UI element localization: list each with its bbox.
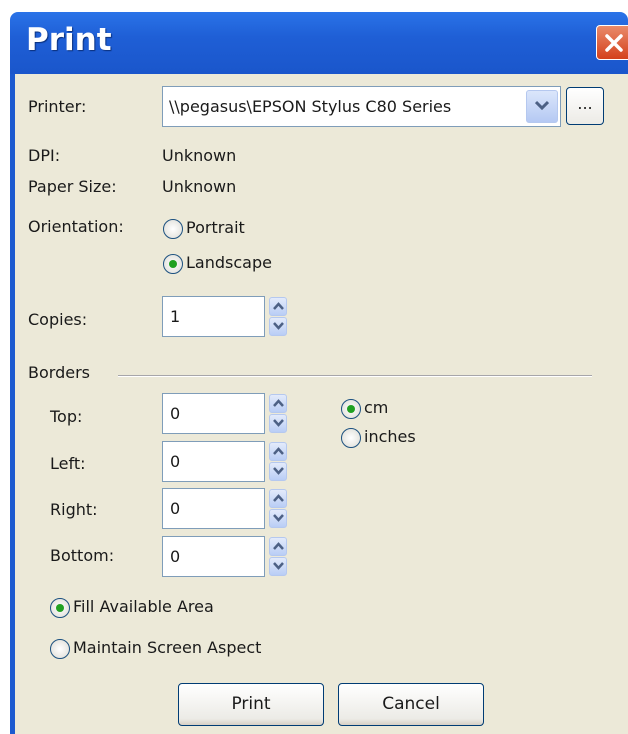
paper-size-label: Paper Size: [28,177,117,196]
chevron-down-icon [273,322,284,330]
copies-increment-button[interactable] [269,297,287,316]
border-bottom-label: Bottom: [50,546,115,565]
unit-cm-label[interactable]: cm [364,398,388,417]
chevron-down-icon [535,100,549,111]
maintain-screen-aspect-label[interactable]: Maintain Screen Aspect [73,638,261,657]
chevron-up-icon [273,447,284,455]
border-left-label: Left: [50,454,86,473]
orientation-landscape-radio[interactable] [163,254,183,274]
border-right-value: 0 [170,499,181,518]
border-bottom-input[interactable]: 0 [162,536,265,577]
border-right-increment-button[interactable] [269,489,287,508]
fill-available-area-label[interactable]: Fill Available Area [73,597,214,616]
border-right-input[interactable]: 0 [162,488,265,529]
chevron-down-icon [273,514,284,522]
close-button[interactable] [596,25,628,60]
border-top-stepper[interactable] [269,393,289,434]
copies-value: 1 [170,307,181,326]
border-left-increment-button[interactable] [269,442,287,461]
border-top-decrement-button[interactable] [269,414,287,433]
chevron-up-icon [273,302,284,310]
orientation-portrait-radio[interactable] [163,219,183,239]
chevron-down-icon [273,467,284,475]
border-top-value: 0 [170,404,181,423]
printer-select-value: \\pegasus\EPSON Stylus C80 Series [169,97,452,116]
border-right-stepper[interactable] [269,488,289,529]
dpi-value: Unknown [162,146,237,165]
copies-label: Copies: [28,310,88,329]
orientation-label: Orientation: [28,217,124,236]
copies-input[interactable]: 1 [162,296,265,337]
border-left-decrement-button[interactable] [269,462,287,481]
chevron-down-icon [273,562,284,570]
print-button[interactable]: Print [178,683,324,726]
fill-available-area-radio[interactable] [50,598,70,618]
border-left-input[interactable]: 0 [162,441,265,482]
border-right-decrement-button[interactable] [269,509,287,528]
unit-inches-radio[interactable] [341,428,361,448]
printer-label: Printer: [28,97,87,116]
copies-stepper[interactable] [269,296,289,337]
window-title: Print [26,22,112,58]
cancel-button[interactable]: Cancel [338,683,484,726]
border-left-value: 0 [170,452,181,471]
orientation-portrait-label[interactable]: Portrait [186,218,245,237]
copies-decrement-button[interactable] [269,317,287,336]
unit-cm-radio[interactable] [341,399,361,419]
dialog-body [15,74,628,734]
chevron-up-icon [273,494,284,502]
border-right-label: Right: [50,500,98,519]
border-bottom-increment-button[interactable] [269,537,287,556]
chevron-up-icon [273,399,284,407]
close-icon [605,34,623,52]
border-bottom-value: 0 [170,547,181,566]
border-top-increment-button[interactable] [269,394,287,413]
border-bottom-decrement-button[interactable] [269,557,287,576]
printer-select[interactable]: \\pegasus\EPSON Stylus C80 Series [162,86,561,127]
chevron-down-icon [273,419,284,427]
borders-separator [118,375,592,377]
border-left-stepper[interactable] [269,441,289,482]
border-top-input[interactable]: 0 [162,393,265,434]
borders-group-label: Borders [28,363,90,382]
chevron-up-icon [273,542,284,550]
border-bottom-stepper[interactable] [269,536,289,577]
unit-inches-label[interactable]: inches [364,427,416,446]
printer-browse-button[interactable]: ... [566,87,604,125]
maintain-screen-aspect-radio[interactable] [50,639,70,659]
dpi-label: DPI: [28,146,61,165]
paper-size-value: Unknown [162,177,237,196]
border-top-label: Top: [50,407,83,426]
title-bar[interactable]: Print [10,12,628,74]
orientation-landscape-label[interactable]: Landscape [186,253,272,272]
printer-dropdown-button[interactable] [526,90,558,123]
